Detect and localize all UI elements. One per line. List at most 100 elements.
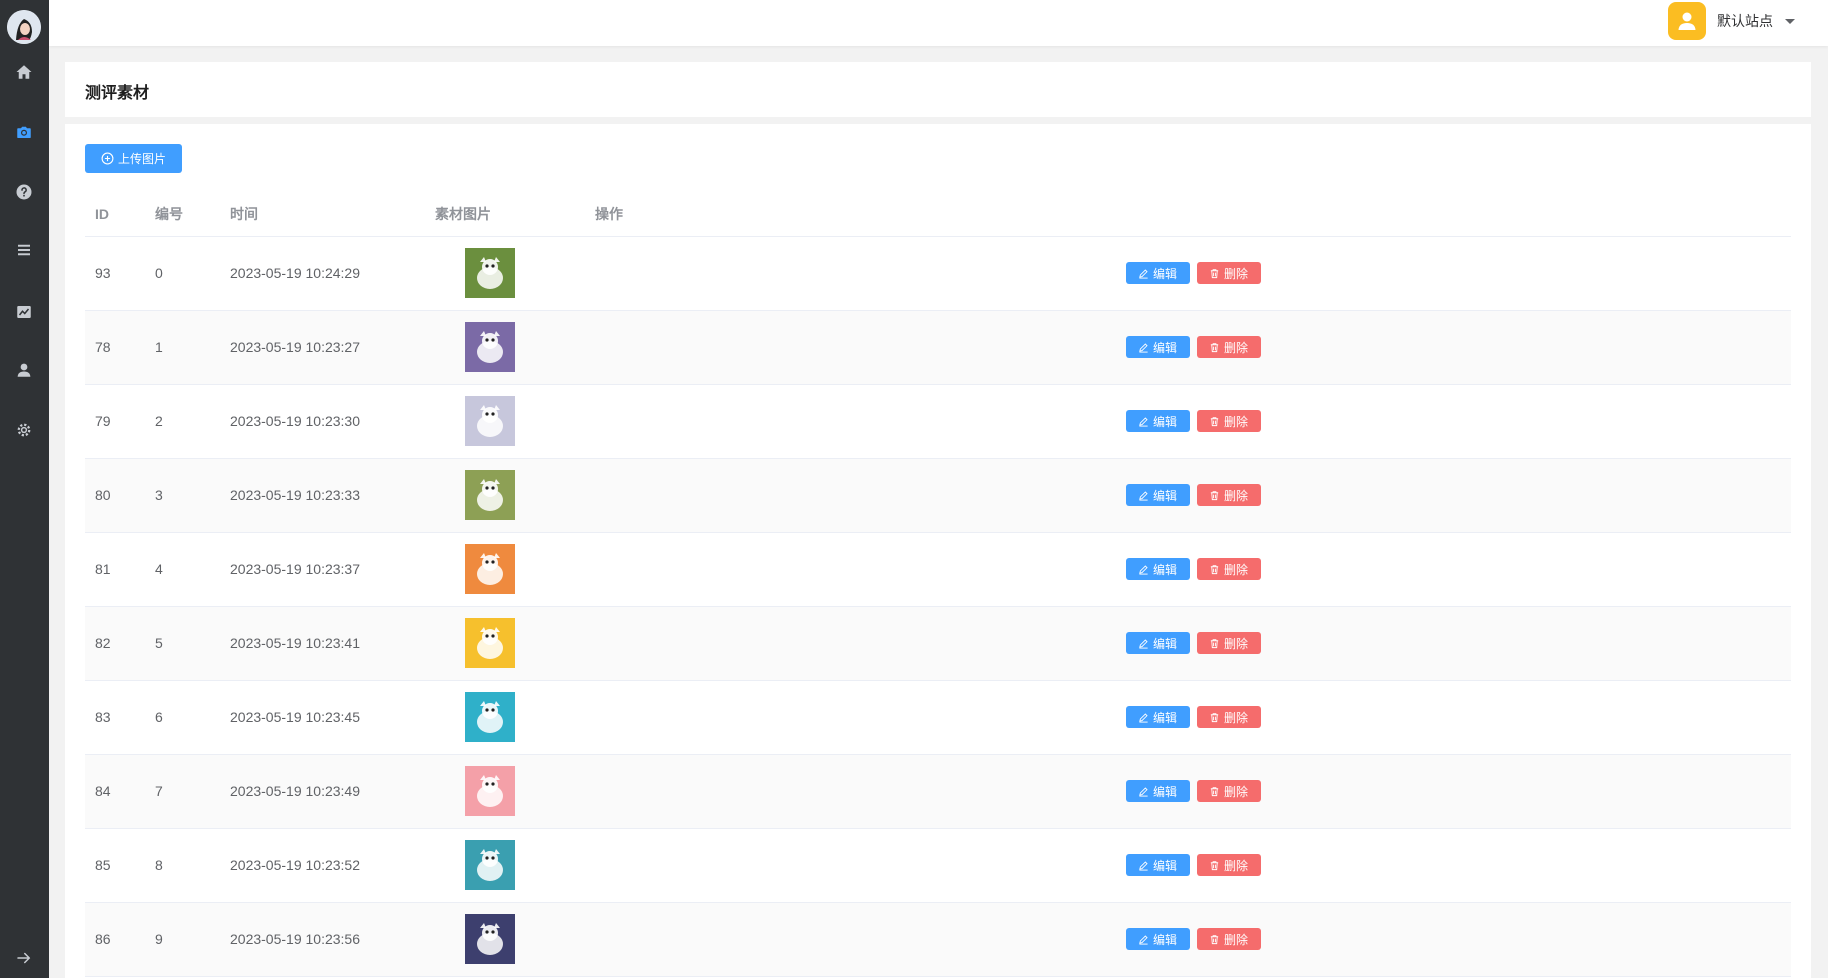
delete-button[interactable]: 删除: [1196, 484, 1261, 506]
table-row: 78 1 2023-05-19 10:23:27 编辑 删除: [85, 310, 1791, 385]
cell-time: 2023-05-19 10:23:33: [220, 458, 435, 533]
edit-button[interactable]: 编辑: [1125, 410, 1190, 432]
delete-label: 删除: [1223, 562, 1248, 577]
edit-button[interactable]: 编辑: [1125, 632, 1190, 654]
upload-image-button[interactable]: 上传图片: [85, 144, 182, 173]
cell-id: 81: [85, 532, 145, 607]
app-logo[interactable]: [7, 10, 41, 44]
edit-button[interactable]: 编辑: [1125, 484, 1190, 506]
cell-actions: 编辑 删除: [595, 754, 1791, 829]
cell-no: 2: [145, 384, 220, 459]
edit-label: 编辑: [1152, 636, 1177, 651]
list-icon[interactable]: [10, 236, 38, 264]
edit-label: 编辑: [1152, 488, 1177, 503]
settings-icon[interactable]: [10, 416, 38, 444]
site-name: 默认站点: [1717, 13, 1773, 29]
chart-icon[interactable]: [10, 298, 38, 326]
cell-actions: 编辑 删除: [595, 680, 1791, 755]
cell-no: 6: [145, 680, 220, 755]
delete-button[interactable]: 删除: [1196, 410, 1261, 432]
edit-label: 编辑: [1152, 858, 1177, 873]
trash-icon: [1210, 490, 1219, 500]
material-thumbnail[interactable]: [465, 248, 515, 298]
delete-button[interactable]: 删除: [1196, 928, 1261, 950]
material-thumbnail[interactable]: [465, 766, 515, 816]
delete-button[interactable]: 删除: [1196, 780, 1261, 802]
page-title: 测评素材: [85, 85, 150, 102]
edit-button[interactable]: 编辑: [1125, 706, 1190, 728]
cell-id: 80: [85, 458, 145, 533]
caret-down-icon: [1785, 18, 1795, 24]
cell-actions: 编辑 删除: [595, 902, 1791, 977]
edit-label: 编辑: [1152, 710, 1177, 725]
delete-label: 删除: [1223, 488, 1248, 503]
cell-time: 2023-05-19 10:23:49: [220, 754, 435, 829]
cell-id: 82: [85, 606, 145, 681]
edit-icon: [1139, 786, 1148, 797]
materials-table: ID 编号 时间 素材图片 操作 93 0 2023-05-19 10:24:29 编…: [85, 192, 1791, 977]
delete-label: 删除: [1223, 784, 1248, 799]
cell-actions: 编辑 删除: [595, 384, 1791, 459]
column-header-id: ID: [85, 192, 145, 237]
column-header-no: 编号: [145, 192, 220, 237]
material-thumbnail[interactable]: [465, 544, 515, 594]
edit-label: 编辑: [1152, 266, 1177, 281]
site-switcher[interactable]: 默认站点: [1668, 0, 1795, 42]
delete-button[interactable]: 删除: [1196, 706, 1261, 728]
trash-icon: [1210, 860, 1219, 870]
cell-time: 2023-05-19 10:24:29: [220, 236, 435, 311]
cell-no: 5: [145, 606, 220, 681]
help-icon[interactable]: [10, 178, 38, 206]
edit-icon: [1139, 934, 1148, 945]
material-thumbnail[interactable]: [465, 322, 515, 372]
delete-label: 删除: [1223, 636, 1248, 651]
plus-circle-icon: [101, 152, 114, 165]
user-avatar-icon: [1678, 12, 1696, 30]
trash-icon: [1210, 934, 1219, 944]
delete-button[interactable]: 删除: [1196, 632, 1261, 654]
site-avatar: [1668, 2, 1706, 40]
delete-button[interactable]: 删除: [1196, 336, 1261, 358]
edit-button[interactable]: 编辑: [1125, 780, 1190, 802]
cell-no: 7: [145, 754, 220, 829]
cell-time: 2023-05-19 10:23:45: [220, 680, 435, 755]
delete-label: 删除: [1223, 266, 1248, 281]
material-thumbnail[interactable]: [465, 914, 515, 964]
edit-icon: [1139, 342, 1148, 353]
user-icon[interactable]: [10, 356, 38, 384]
edit-button[interactable]: 编辑: [1125, 928, 1190, 950]
edit-button[interactable]: 编辑: [1125, 336, 1190, 358]
edit-button[interactable]: 编辑: [1125, 558, 1190, 580]
table-row: 79 2 2023-05-19 10:23:30 编辑 删除: [85, 384, 1791, 459]
cell-time: 2023-05-19 10:23:37: [220, 532, 435, 607]
column-header-time: 时间: [220, 192, 435, 237]
edit-icon: [1139, 564, 1148, 575]
cell-id: 85: [85, 828, 145, 903]
home-icon[interactable]: [10, 58, 38, 86]
delete-button[interactable]: 删除: [1196, 558, 1261, 580]
table-row: 84 7 2023-05-19 10:23:49 编辑 删除: [85, 754, 1791, 829]
delete-button[interactable]: 删除: [1196, 854, 1261, 876]
material-thumbnail[interactable]: [465, 618, 515, 668]
delete-button[interactable]: 删除: [1196, 262, 1261, 284]
edit-button[interactable]: 编辑: [1125, 854, 1190, 876]
material-thumbnail[interactable]: [465, 396, 515, 446]
cell-no: 9: [145, 902, 220, 977]
material-thumbnail[interactable]: [465, 840, 515, 890]
table-row: 93 0 2023-05-19 10:24:29 编辑 删除: [85, 236, 1791, 311]
edit-icon: [1139, 490, 1148, 501]
edit-icon: [1139, 268, 1148, 279]
cell-no: 1: [145, 310, 220, 385]
column-header-actions: 操作: [595, 192, 1791, 237]
arrow-right-icon[interactable]: [10, 944, 38, 972]
material-thumbnail[interactable]: [465, 470, 515, 520]
table-row: 83 6 2023-05-19 10:23:45 编辑 删除: [85, 680, 1791, 755]
cell-image: [435, 680, 595, 755]
edit-button[interactable]: 编辑: [1125, 262, 1190, 284]
cell-image: [435, 754, 595, 829]
table-row: 82 5 2023-05-19 10:23:41 编辑 删除: [85, 606, 1791, 681]
trash-icon: [1210, 564, 1219, 574]
material-thumbnail[interactable]: [465, 692, 515, 742]
delete-label: 删除: [1223, 340, 1248, 355]
camera-icon[interactable]: [10, 118, 38, 146]
